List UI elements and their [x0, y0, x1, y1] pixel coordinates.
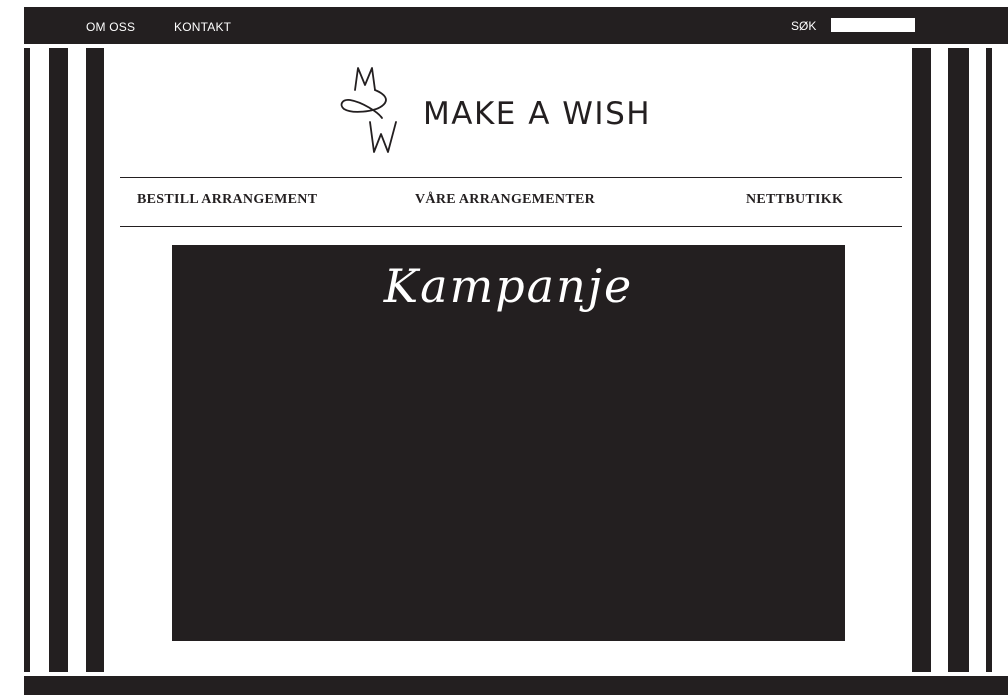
- search-input[interactable]: [831, 18, 915, 32]
- nav-divider-bottom: [120, 226, 902, 227]
- nav-item-webshop[interactable]: NETTBUTIKK: [746, 192, 843, 208]
- decorative-stripe: [986, 48, 992, 672]
- decorative-stripe: [912, 48, 931, 672]
- brand-name: MAKE A WISH: [423, 96, 652, 132]
- nav-divider-top: [120, 177, 902, 178]
- search-label: SØK: [791, 19, 817, 33]
- campaign-banner[interactable]: Kampanje: [172, 245, 845, 641]
- footer-bar: [24, 676, 1008, 695]
- decorative-stripe: [86, 48, 104, 672]
- monogram-icon: [340, 67, 397, 153]
- nav-item-our-events[interactable]: VÅRE ARRANGEMENTER: [415, 192, 595, 208]
- banner-title: Kampanje: [383, 259, 634, 313]
- decorative-stripe: [24, 48, 30, 672]
- brand-logo[interactable]: MAKE A WISH: [338, 66, 668, 158]
- decorative-stripe: [49, 48, 68, 672]
- decorative-stripe: [948, 48, 969, 672]
- nav-link-about[interactable]: OM OSS: [86, 20, 135, 34]
- nav-item-book-event[interactable]: BESTILL ARRANGEMENT: [137, 192, 317, 208]
- top-bar: OM OSS KONTAKT SØK: [24, 7, 1008, 44]
- nav-link-contact[interactable]: KONTAKT: [174, 20, 231, 34]
